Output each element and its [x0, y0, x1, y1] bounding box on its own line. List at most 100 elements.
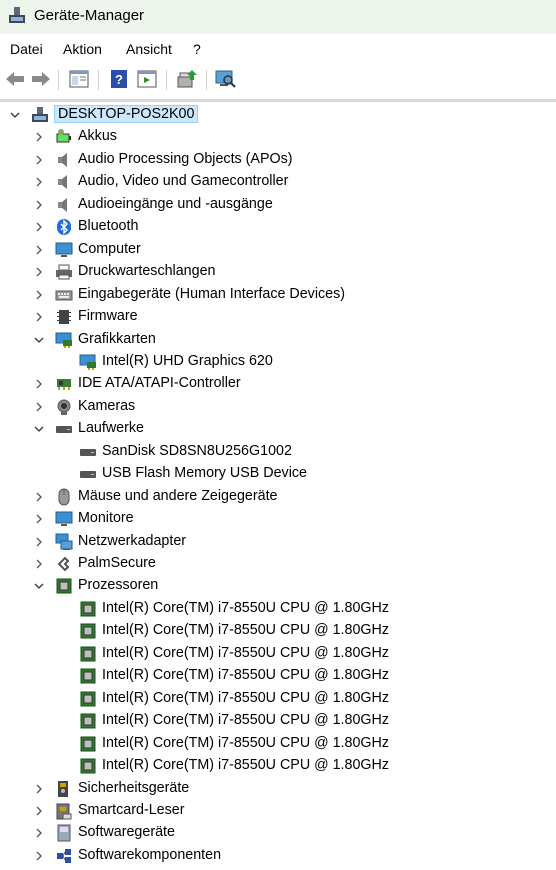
smartcard-icon: [55, 802, 73, 820]
menu-help[interactable]: ?: [193, 41, 201, 57]
cpu-icon: [79, 667, 97, 685]
menu-ansicht[interactable]: Ansicht: [126, 41, 172, 57]
window-title: Geräte-Manager: [34, 7, 145, 24]
chevron-right-icon[interactable]: [33, 220, 45, 232]
tree-node-label: Intel(R) UHD Graphics 620: [102, 352, 273, 369]
tree-node-label: Prozessoren: [78, 577, 159, 594]
drive-icon: [55, 420, 73, 438]
monitor-icon: [55, 510, 73, 528]
keyboard-icon: [55, 286, 73, 304]
forward-arrow-icon[interactable]: [30, 68, 52, 90]
toolbar-separator: [58, 70, 59, 90]
update-driver-icon[interactable]: [176, 68, 198, 90]
chevron-right-icon[interactable]: [33, 557, 45, 569]
bluetooth-icon: [55, 218, 73, 236]
drive-icon: [79, 465, 97, 483]
chevron-right-icon[interactable]: [33, 782, 45, 794]
menu-aktion[interactable]: Aktion: [63, 41, 102, 57]
tree-node-label: Softwaregeräte: [78, 824, 175, 841]
chevron-right-icon[interactable]: [33, 265, 45, 277]
software-device-icon: [55, 824, 73, 842]
chevron-down-icon[interactable]: [33, 333, 45, 345]
properties-icon[interactable]: [68, 68, 90, 90]
chevron-right-icon[interactable]: [33, 310, 45, 322]
cpu-icon: [79, 690, 97, 708]
controller-icon: [55, 375, 73, 393]
tree-node-label: Audio Processing Objects (APOs): [78, 150, 293, 167]
chevron-right-icon[interactable]: [33, 849, 45, 861]
printer-icon: [55, 263, 73, 281]
cpu-icon: [55, 577, 73, 595]
tree-node-label: Intel(R) Core(TM) i7-8550U CPU @ 1.80GHz: [102, 689, 390, 706]
tree-node-label: Eingabegeräte (Human Interface Devices): [78, 285, 346, 302]
tree-node-label: Audio, Video und Gamecontroller: [78, 173, 289, 190]
computer-icon: [31, 106, 49, 124]
details-icon[interactable]: [136, 68, 158, 90]
speaker-icon: [55, 173, 73, 191]
help-icon[interactable]: ?: [108, 68, 130, 90]
chevron-right-icon[interactable]: [33, 400, 45, 412]
palm-sensor-icon: [55, 555, 73, 573]
chevron-down-icon[interactable]: [33, 422, 45, 434]
chevron-right-icon[interactable]: [33, 175, 45, 187]
scan-hardware-icon[interactable]: [214, 68, 236, 90]
battery-icon: [55, 128, 73, 146]
cpu-icon: [79, 712, 97, 730]
display-adapter-icon: [79, 353, 97, 371]
tree-node-label: PalmSecure: [78, 555, 156, 571]
chevron-right-icon[interactable]: [33, 153, 45, 165]
tree-node-label: Bluetooth: [78, 218, 139, 235]
tree-node-label: Mäuse und andere Zeigegeräte: [78, 487, 278, 504]
tree-node-label: DESKTOP-POS2K00: [54, 105, 199, 123]
monitor-icon: [55, 241, 73, 259]
tree-node-label: Netzwerkadapter: [78, 532, 187, 549]
tree-node-label: Computer: [78, 240, 141, 257]
chevron-right-icon[interactable]: [33, 130, 45, 142]
tree-node-label: Softwarekomponenten: [78, 846, 222, 863]
mouse-icon: [55, 488, 73, 506]
security-icon: [55, 780, 73, 798]
display-adapter-icon: [55, 331, 73, 349]
chevron-right-icon[interactable]: [33, 243, 45, 255]
menu-datei[interactable]: Datei: [10, 41, 43, 57]
component-icon: [55, 847, 73, 865]
speaker-icon: [55, 196, 73, 214]
device-manager-icon: [8, 6, 26, 26]
cpu-icon: [79, 622, 97, 640]
tree-node-label: SanDisk SD8SN8U256G1002: [102, 442, 292, 459]
tree-node-label: Intel(R) Core(TM) i7-8550U CPU @ 1.80GHz: [102, 644, 390, 661]
chevron-right-icon[interactable]: [33, 826, 45, 838]
tree-node-label: Sicherheitsgeräte: [78, 779, 190, 796]
tree-node-label: Intel(R) Core(TM) i7-8550U CPU @ 1.80GHz: [102, 734, 390, 751]
chevron-right-icon[interactable]: [33, 490, 45, 502]
chevron-right-icon[interactable]: [33, 198, 45, 210]
back-arrow-icon[interactable]: [4, 68, 26, 90]
chevron-right-icon[interactable]: [33, 377, 45, 389]
svg-text:?: ?: [115, 72, 123, 87]
toolbar: ?: [0, 64, 556, 94]
cpu-icon: [79, 757, 97, 775]
speaker-icon: [55, 151, 73, 169]
toolbar-separator: [166, 70, 167, 90]
tree-node-label: USB Flash Memory USB Device: [102, 465, 307, 482]
tree-node-label: Firmware: [78, 308, 138, 325]
chevron-right-icon[interactable]: [33, 512, 45, 524]
title-bar: Geräte-Manager: [0, 0, 556, 34]
chevron-right-icon[interactable]: [33, 804, 45, 816]
cpu-icon: [79, 735, 97, 753]
chevron-down-icon[interactable]: [9, 108, 21, 120]
tree-node-label: Intel(R) Core(TM) i7-8550U CPU @ 1.80GHz: [102, 622, 390, 639]
toolbar-separator: [98, 70, 99, 90]
cpu-icon: [79, 645, 97, 663]
chevron-right-icon[interactable]: [33, 288, 45, 300]
camera-icon: [55, 398, 73, 416]
chevron-down-icon[interactable]: [33, 579, 45, 591]
tree-node-label: Laufwerke: [78, 420, 144, 437]
tree-node-label: Intel(R) Core(TM) i7-8550U CPU @ 1.80GHz: [102, 667, 390, 684]
tree-node-label: Druckwarteschlangen: [78, 263, 216, 280]
tree-node-label: IDE ATA/ATAPI-Controller: [78, 375, 241, 392]
tree-node-label: Intel(R) Core(TM) i7-8550U CPU @ 1.80GHz: [102, 599, 390, 616]
cpu-icon: [79, 600, 97, 618]
chevron-right-icon[interactable]: [33, 535, 45, 547]
chip-icon: [55, 308, 73, 326]
